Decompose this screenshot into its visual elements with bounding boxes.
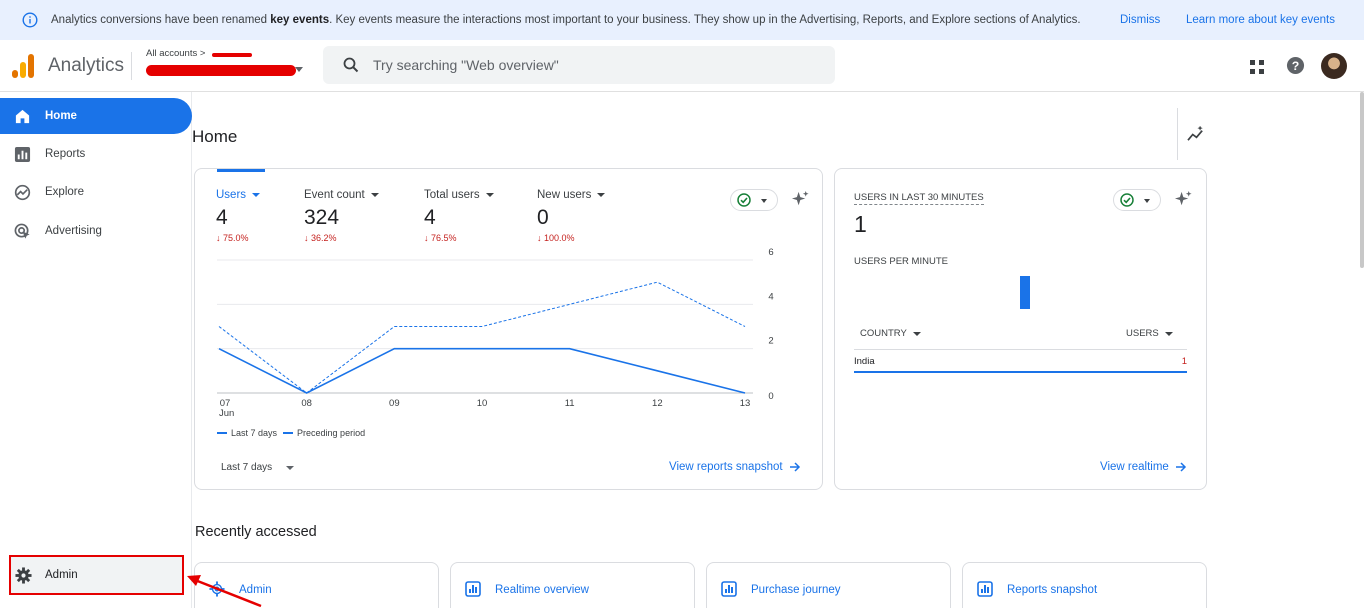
x-tick-label: 08 bbox=[301, 398, 312, 409]
compare-status-button[interactable] bbox=[1113, 189, 1161, 211]
y-tick-label: 4 bbox=[768, 291, 773, 302]
app-name: Analytics bbox=[48, 55, 125, 76]
y-tick-label: 0 bbox=[768, 391, 773, 402]
caret-down-icon bbox=[912, 331, 921, 336]
avatar[interactable] bbox=[1321, 53, 1347, 79]
banner-message: Analytics conversions have been renamed … bbox=[51, 14, 1081, 26]
annotation-arrow bbox=[187, 575, 262, 608]
recently-accessed-title: Recently accessed bbox=[195, 524, 317, 540]
users-line-chart: 024607 08 09 10 11 12 13Jun bbox=[217, 247, 774, 419]
sidebar-item-admin[interactable]: Admin bbox=[9, 555, 184, 595]
sidebar-nav: Home Reports Explore Advertising Admin bbox=[0, 92, 192, 608]
arrow-right-icon bbox=[1175, 462, 1186, 472]
header-divider bbox=[131, 52, 132, 80]
overview-card: Users 4 ↓ 75.0% Event count 324 ↓ 36.2% … bbox=[194, 168, 823, 490]
key-events-banner: Analytics conversions have been renamed … bbox=[0, 0, 1364, 40]
help-icon[interactable]: ? bbox=[1286, 56, 1305, 75]
page-title: Home bbox=[192, 127, 238, 146]
property-selector[interactable] bbox=[146, 63, 296, 77]
report-icon bbox=[465, 581, 481, 597]
arrow-right-icon bbox=[789, 462, 800, 472]
x-tick-label: 12 bbox=[652, 398, 663, 409]
x-tick-label: 11 bbox=[565, 398, 575, 409]
explore-icon bbox=[14, 184, 31, 200]
redaction-mark bbox=[146, 65, 296, 76]
series-line-preceding-period bbox=[218, 281, 746, 394]
top-app-bar: Analytics All accounts > ? bbox=[0, 40, 1364, 92]
x-tick-sublabel: Jun bbox=[219, 408, 234, 419]
check-circle-icon bbox=[1120, 193, 1134, 207]
sparkle-icon[interactable] bbox=[1174, 190, 1193, 209]
search-input[interactable] bbox=[373, 54, 813, 76]
apps-grid-icon[interactable] bbox=[1249, 59, 1265, 75]
table-row[interactable]: India 1 bbox=[854, 350, 1187, 373]
y-tick-label: 2 bbox=[768, 336, 773, 347]
search-icon bbox=[343, 57, 359, 73]
recent-item-label: Realtime overview bbox=[495, 584, 589, 596]
view-reports-snapshot-link[interactable]: View reports snapshot bbox=[669, 461, 801, 473]
chart-legend: Last 7 days Preceding period bbox=[217, 428, 365, 438]
advertising-icon bbox=[14, 223, 30, 239]
recent-item-reports-snapshot[interactable]: Reports snapshot bbox=[962, 562, 1207, 608]
sidebar-item-explore[interactable]: Explore bbox=[0, 174, 192, 210]
sidebar-item-home[interactable]: Home bbox=[0, 98, 192, 134]
caret-down-icon bbox=[1144, 199, 1150, 203]
users-per-minute-label: USERS PER MINUTE bbox=[854, 256, 948, 267]
country-column-header[interactable]: COUNTRY bbox=[860, 328, 921, 339]
sidebar-item-reports[interactable]: Reports bbox=[0, 136, 192, 172]
x-tick-label: 09 bbox=[389, 398, 400, 409]
reports-icon bbox=[14, 146, 31, 162]
realtime-value: 1 bbox=[854, 211, 867, 237]
caret-down-icon bbox=[286, 465, 295, 470]
sidebar-item-advertising[interactable]: Advertising bbox=[0, 213, 192, 249]
dismiss-button[interactable]: Dismiss bbox=[1120, 14, 1160, 26]
users-per-minute-bar[interactable] bbox=[1020, 276, 1030, 309]
recent-item-purchase-journey[interactable]: Purchase journey bbox=[706, 562, 951, 608]
view-realtime-link[interactable]: View realtime bbox=[1100, 461, 1187, 473]
report-icon bbox=[977, 581, 993, 597]
banner-key-events-bold: key events bbox=[270, 14, 330, 26]
country-cell: India bbox=[854, 356, 875, 367]
y-tick-label: 6 bbox=[768, 247, 773, 258]
series-line-last-7-days bbox=[218, 347, 746, 394]
legend-swatch-solid bbox=[217, 432, 227, 434]
sidebar-item-label: Reports bbox=[45, 148, 86, 160]
breadcrumb[interactable]: All accounts > bbox=[146, 48, 205, 59]
realtime-card: USERS IN LAST 30 MINUTES 1 USERS PER MIN… bbox=[834, 168, 1207, 490]
search-bar[interactable] bbox=[323, 46, 835, 84]
sidebar-item-label: Admin bbox=[45, 569, 78, 581]
sidebar-item-label: Explore bbox=[45, 186, 84, 198]
redaction-mark bbox=[212, 53, 252, 57]
x-tick-label: 13 bbox=[740, 398, 751, 409]
legend-label: Preceding period bbox=[297, 428, 366, 438]
legend-swatch-dashed bbox=[283, 432, 294, 434]
recent-item-realtime-overview[interactable]: Realtime overview bbox=[450, 562, 695, 608]
header-divider bbox=[1177, 108, 1178, 160]
sidebar-item-label: Advertising bbox=[45, 225, 102, 237]
chevron-down-icon[interactable] bbox=[295, 67, 303, 72]
users-column-header[interactable]: USERS bbox=[1126, 328, 1173, 339]
report-icon bbox=[721, 581, 737, 597]
home-icon bbox=[15, 109, 30, 123]
recent-item-label: Purchase journey bbox=[751, 584, 841, 596]
sidebar-item-label: Home bbox=[45, 110, 77, 122]
page-scrollbar[interactable] bbox=[1360, 92, 1364, 268]
date-range-selector[interactable]: Last 7 days bbox=[221, 462, 295, 473]
x-tick-label: 10 bbox=[477, 398, 488, 409]
gear-icon bbox=[15, 567, 32, 584]
users-cell: 1 bbox=[1181, 356, 1187, 367]
analytics-logo-icon[interactable] bbox=[12, 54, 34, 78]
legend-label: Last 7 days bbox=[231, 428, 278, 438]
insights-icon[interactable] bbox=[1187, 126, 1206, 143]
info-icon bbox=[22, 12, 38, 28]
caret-down-icon bbox=[1164, 331, 1173, 336]
realtime-label: USERS IN LAST 30 MINUTES bbox=[854, 192, 984, 205]
recent-item-label: Reports snapshot bbox=[1007, 584, 1098, 596]
learn-more-link[interactable]: Learn more about key events bbox=[1186, 14, 1335, 26]
svg-text:?: ? bbox=[1292, 59, 1300, 73]
